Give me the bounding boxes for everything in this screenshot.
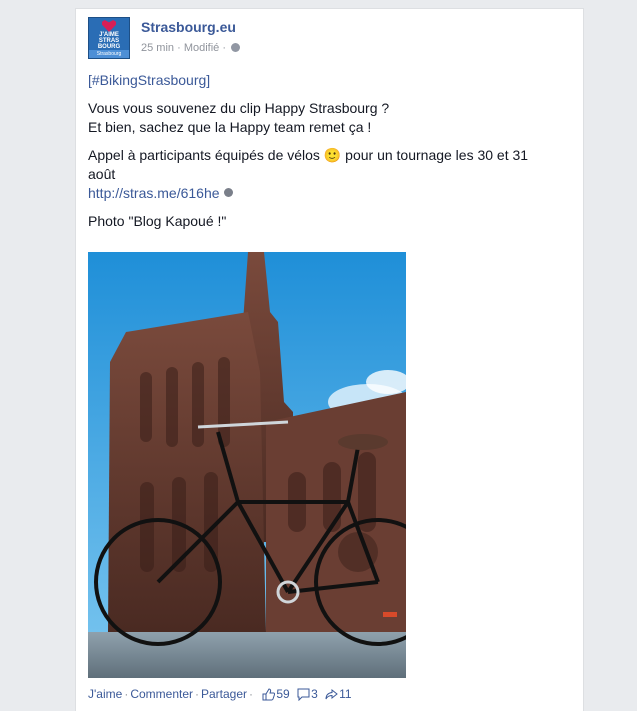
hashtag-link[interactable]: [#BikingStrasbourg] bbox=[88, 72, 210, 88]
share-link[interactable]: Partager bbox=[201, 687, 247, 701]
post-line: août bbox=[88, 166, 116, 182]
post-meta: 25 min · Modifié · bbox=[141, 42, 241, 54]
post-line: Vous vous souvenez du clip Happy Strasbo… bbox=[88, 100, 390, 116]
action-separator: · bbox=[124, 687, 129, 701]
post-photo[interactable] bbox=[88, 252, 406, 678]
thumbs-up-icon[interactable] bbox=[262, 688, 276, 701]
photo-credit: Photo "Blog Kapoué !" bbox=[88, 213, 227, 229]
short-link[interactable]: http://stras.me/616he bbox=[88, 185, 220, 201]
meta-separator: · bbox=[177, 42, 181, 54]
meta-separator: · bbox=[222, 42, 227, 54]
post-actions: J'aime · Commenter · Partager · 59 3 11 bbox=[88, 687, 352, 701]
cathedral-bicycle-photo bbox=[88, 252, 406, 678]
page-name-link[interactable]: Strasbourg.eu bbox=[141, 19, 236, 35]
avatar-logo-text: J'AIME STRAS BOURG bbox=[97, 32, 121, 50]
heart-icon bbox=[102, 20, 116, 32]
share-arrow-icon[interactable] bbox=[325, 688, 338, 701]
post-line: Et bien, sachez que la Happy team remet … bbox=[88, 119, 372, 135]
link-preview-icon bbox=[223, 188, 233, 197]
shares-count[interactable]: 11 bbox=[339, 687, 351, 701]
action-separator: · bbox=[195, 687, 199, 701]
comment-link[interactable]: Commenter bbox=[130, 687, 193, 701]
post-timestamp[interactable]: 25 min bbox=[141, 42, 174, 54]
avatar-bottom-label: Strasbourg bbox=[89, 50, 129, 58]
page-avatar[interactable]: J'AIME STRAS BOURG Strasbourg bbox=[88, 17, 130, 59]
likes-count[interactable]: 59 bbox=[276, 687, 289, 701]
globe-icon[interactable] bbox=[231, 43, 241, 52]
smiley-emoji-icon: 🙂 bbox=[323, 147, 342, 163]
like-link[interactable]: J'aime bbox=[88, 687, 122, 701]
post-text: [#BikingStrasbourg] Vous vous souvenez d… bbox=[88, 71, 578, 240]
edited-label[interactable]: Modifié bbox=[184, 42, 219, 54]
post-line: Appel à participants équipés de vélos bbox=[88, 147, 320, 163]
comment-bubble-icon[interactable] bbox=[297, 688, 310, 701]
action-separator: · bbox=[249, 687, 254, 701]
comments-count[interactable]: 3 bbox=[311, 687, 318, 701]
post-card: J'AIME STRAS BOURG Strasbourg Strasbourg… bbox=[75, 8, 584, 711]
post-line: pour un tournage les 30 et 31 bbox=[345, 147, 529, 163]
